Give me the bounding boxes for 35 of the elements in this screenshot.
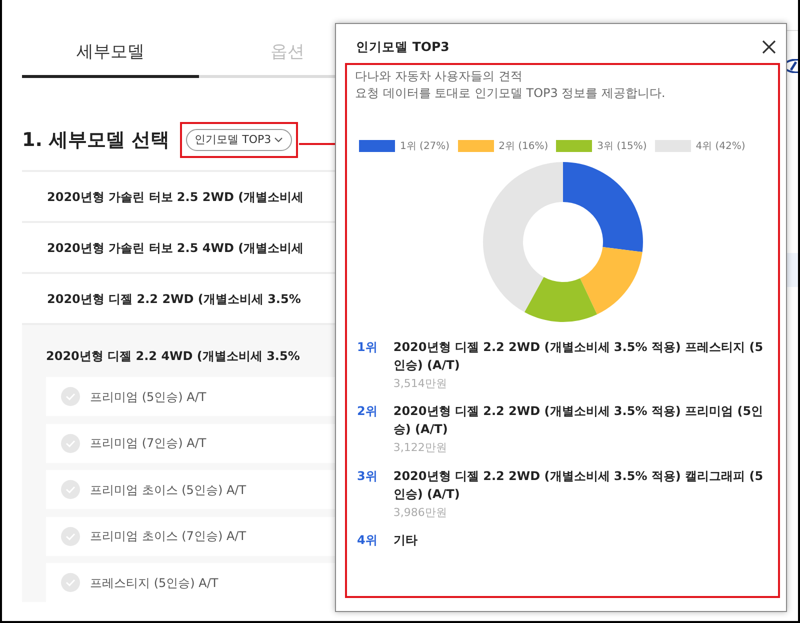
description-text: 요청 데이터를 토대로 인기모델 TOP3 정보를 제공합니다. bbox=[355, 84, 666, 102]
trim-label: 프레스티지 (5인승) A/T bbox=[90, 574, 218, 592]
model-name: 2020년형 디젤 2.2 2WD (개별소비세 3.5% bbox=[47, 290, 301, 308]
check-circle-icon[interactable] bbox=[61, 573, 80, 592]
trim-label: 프리미엄 (7인승) A/T bbox=[90, 435, 206, 452]
model-name: 2020년형 디젤 2.2 4WD (개별소비세 3.5% bbox=[46, 348, 300, 365]
section-title: 1. 세부모델 선택 bbox=[22, 128, 170, 152]
price-text: 3,986만원 bbox=[393, 504, 448, 521]
model-name: 2020년형 가솔린 터보 2.5 2WD (개별소비세 bbox=[47, 188, 304, 206]
legend-label: 1위 (27%) bbox=[400, 140, 450, 154]
check-circle-icon[interactable] bbox=[61, 434, 80, 452]
model-name: 2020년형 디젤 2.2 2WD (개별소비세 3.5% 적용) 프리미엄 (5인승) (A/T) bbox=[393, 403, 764, 438]
model-name: 2020년형 가솔린 터보 2.5 4WD (개별소비세 bbox=[47, 240, 304, 256]
caret-icon bbox=[274, 137, 284, 143]
trim-label: 프리미엄 초이스 (5인승) A/T bbox=[90, 482, 246, 498]
rank-label: 1위 bbox=[357, 338, 378, 356]
model-name: 2020년형 디젤 2.2 2WD (개별소비세 3.5% 적용) 프레스티지 (5인승) (A/T) bbox=[393, 338, 764, 374]
check-circle-icon[interactable] bbox=[61, 526, 80, 546]
trim-label: 프리미엄 (5인승) A/T bbox=[90, 388, 206, 406]
trim-label: 프리미엄 초이스 (7인승) A/T bbox=[90, 528, 246, 545]
rank-label: 3위 bbox=[357, 468, 378, 485]
check-circle-icon[interactable] bbox=[61, 480, 80, 499]
legend-label: 2위 (16%) bbox=[498, 140, 548, 154]
legend-label: 4위 (42%) bbox=[696, 140, 746, 154]
legend-label: 3위 (15%) bbox=[597, 140, 647, 154]
check-circle-icon[interactable] bbox=[61, 387, 80, 406]
rank-label: 2위 bbox=[357, 403, 378, 420]
popular-models-button[interactable]: 인기모델 TOP3 bbox=[186, 128, 292, 152]
rank-label: 4위 bbox=[357, 532, 378, 550]
price-text: 3,122만원 bbox=[393, 440, 448, 456]
price-text: 3,514만원 bbox=[393, 376, 448, 392]
model-name: 기타 bbox=[393, 532, 418, 550]
close-icon[interactable] bbox=[762, 40, 776, 54]
tab[interactable]: 세부모델 bbox=[22, 30, 199, 78]
model-name: 2020년형 디젤 2.2 2WD (개별소비세 3.5% 적용) 캘리그래피 (5인승) (A/T) bbox=[393, 468, 764, 503]
